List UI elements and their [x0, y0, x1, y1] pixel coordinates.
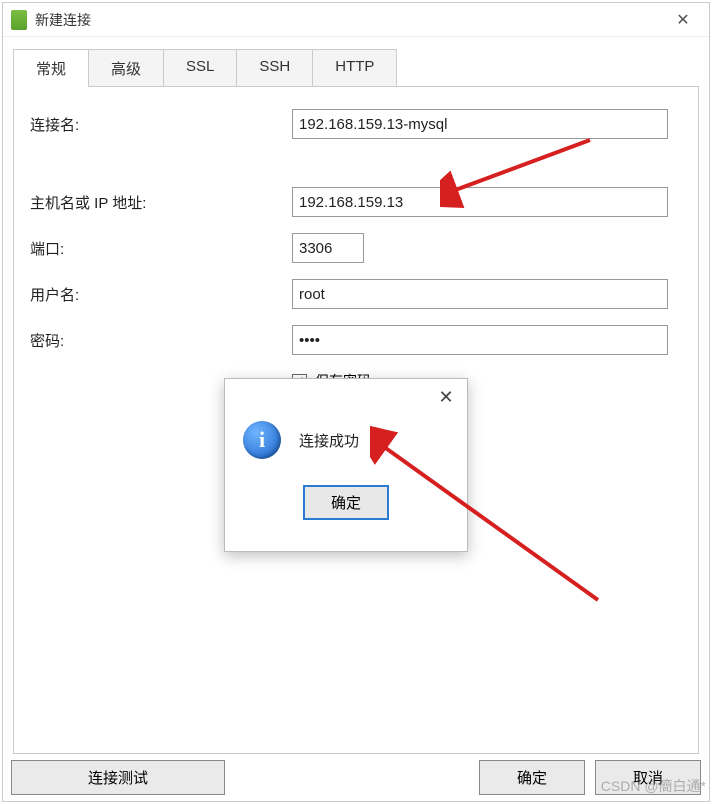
modal-close-icon[interactable]: ✕ [431, 387, 461, 408]
tab-ssh[interactable]: SSH [236, 49, 313, 87]
modal-ok-button[interactable]: 确定 [303, 485, 389, 520]
tab-advanced[interactable]: 高级 [88, 49, 164, 87]
window-title: 新建连接 [35, 10, 665, 30]
tab-http[interactable]: HTTP [312, 49, 397, 87]
message-dialog: ✕ i 连接成功 确定 [224, 378, 468, 552]
host-input[interactable] [292, 187, 668, 217]
user-input[interactable] [292, 279, 668, 309]
ok-button[interactable]: 确定 [479, 760, 585, 795]
watermark: CSDN @簡白通* [601, 776, 706, 796]
tab-general[interactable]: 常规 [13, 49, 89, 87]
pass-input[interactable] [292, 325, 668, 355]
port-input[interactable] [292, 233, 364, 263]
modal-message: 连接成功 [299, 430, 359, 451]
host-label: 主机名或 IP 地址: [30, 192, 292, 213]
close-icon[interactable]: ✕ [665, 10, 701, 30]
app-icon [11, 10, 27, 30]
conn-name-input[interactable] [292, 109, 668, 139]
titlebar: 新建连接 ✕ [3, 3, 709, 37]
conn-name-label: 连接名: [30, 114, 292, 135]
user-label: 用户名: [30, 284, 292, 305]
info-icon: i [243, 421, 281, 459]
port-label: 端口: [30, 238, 292, 259]
tab-ssl[interactable]: SSL [163, 49, 237, 87]
pass-label: 密码: [30, 330, 292, 351]
test-connection-button[interactable]: 连接测试 [11, 760, 225, 795]
tab-bar: 常规 高级 SSL SSH HTTP [13, 49, 709, 87]
modal-titlebar: ✕ [225, 379, 467, 415]
